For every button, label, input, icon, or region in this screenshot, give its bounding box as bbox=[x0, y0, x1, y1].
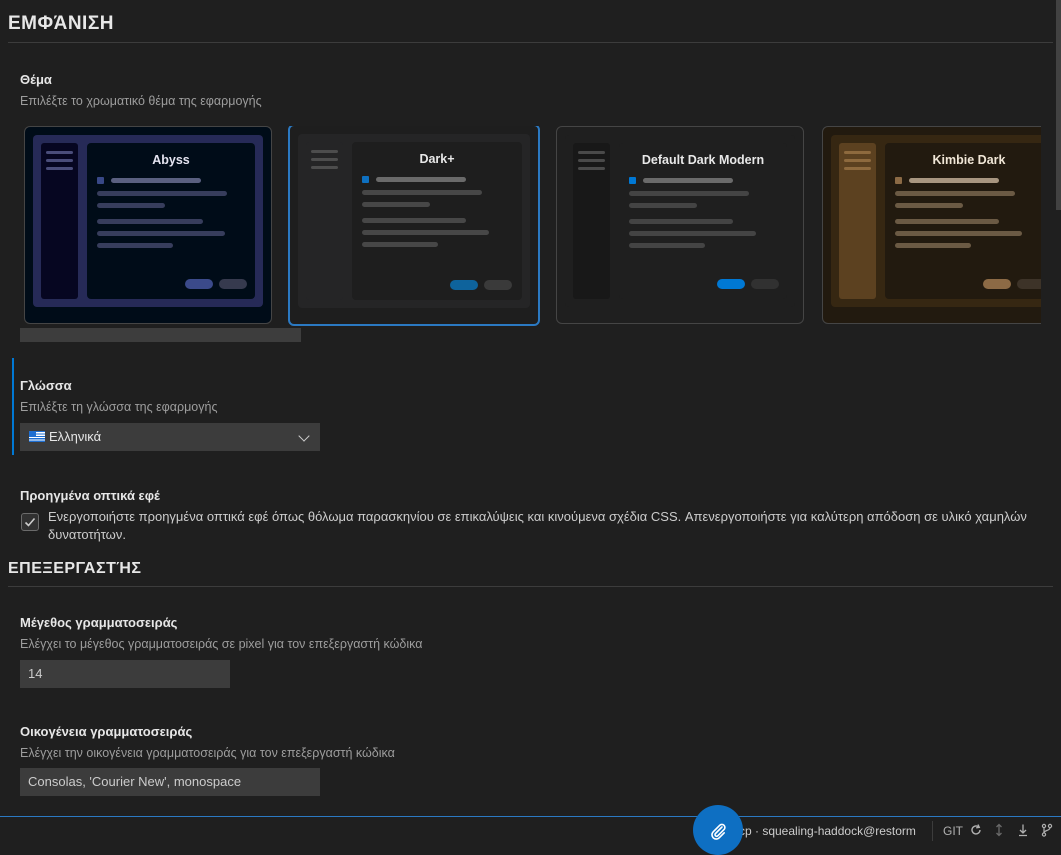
theme-preview-editor: Dark+ bbox=[352, 142, 522, 300]
theme-gallery: Abyss Dark+ Default Dark Modern Kimbie D… bbox=[24, 126, 1041, 326]
theme-card-default-dark-modern[interactable]: Default Dark Modern bbox=[556, 126, 804, 324]
theme-gallery-scrollbar[interactable] bbox=[20, 328, 301, 342]
connection-status[interactable]: mcp · squealing-haddock@restorm bbox=[729, 824, 916, 838]
language-select-value: Ελληνικά bbox=[49, 429, 102, 444]
theme-preview-editor: Kimbie Dark bbox=[885, 143, 1041, 299]
theme-name: Kimbie Dark bbox=[932, 153, 1006, 167]
theme-preview-frame: Kimbie Dark bbox=[831, 135, 1041, 307]
theme-card-kimbie-dark[interactable]: Kimbie Dark bbox=[822, 126, 1041, 324]
download-icon[interactable] bbox=[1016, 823, 1030, 837]
status-bar: mcp · squealing-haddock@restorm GIT bbox=[0, 816, 1061, 845]
section-header-editor: ΕΠΕΞΕΡΓΑΣΤΉΣ bbox=[8, 560, 142, 577]
font-size-setting-description: Ελέγχει το μέγεθος γραμματοσειράς σε pix… bbox=[20, 637, 423, 651]
theme-preview-editor: Default Dark Modern bbox=[619, 143, 787, 299]
language-setting-description: Επιλέξτε τη γλώσσα της εφαρμογής bbox=[20, 400, 218, 414]
language-setting-title: Γλώσσα bbox=[20, 378, 72, 393]
effects-checkbox[interactable] bbox=[21, 513, 39, 531]
theme-preview-frame: Dark+ bbox=[298, 134, 530, 308]
section-divider bbox=[8, 586, 1053, 587]
theme-name: Default Dark Modern bbox=[641, 153, 765, 167]
refresh-icon[interactable] bbox=[969, 823, 983, 837]
language-select[interactable]: Ελληνικά bbox=[20, 423, 320, 451]
theme-setting-description: Επιλέξτε το χρωματικό θέμα της εφαρμογής bbox=[20, 94, 262, 108]
theme-preview-sidebar bbox=[41, 143, 78, 299]
focus-indicator bbox=[12, 358, 14, 455]
theme-name: Dark+ bbox=[419, 152, 455, 166]
font-family-setting-title: Οικογένεια γραμματοσειράς bbox=[20, 724, 193, 739]
chevron-down-icon bbox=[298, 430, 310, 442]
theme-setting-title: Θέμα bbox=[20, 72, 52, 87]
arrows-updown-icon[interactable] bbox=[992, 823, 1006, 837]
font-family-setting-description: Ελέγχει την οικογένεια γραμματοσειράς γι… bbox=[20, 746, 395, 760]
section-header-appearance: ΕΜΦΆΝΙΣΗ bbox=[8, 13, 114, 34]
paperclip-icon bbox=[711, 823, 726, 840]
theme-preview-sidebar bbox=[573, 143, 610, 299]
section-divider bbox=[8, 42, 1053, 43]
theme-card-abyss[interactable]: Abyss bbox=[24, 126, 272, 324]
theme-preview-sidebar bbox=[839, 143, 876, 299]
effects-checkbox-label: Ενεργοποιήστε προηγμένα οπτικά εφέ όπως … bbox=[48, 509, 1027, 542]
settings-content[interactable]: ΕΜΦΆΝΙΣΗ Θέμα Επιλέξτε το χρωματικό θέμα… bbox=[0, 0, 1056, 815]
font-family-input[interactable]: Consolas, 'Courier New', monospace bbox=[20, 768, 320, 796]
vertical-scrollbar[interactable] bbox=[1056, 0, 1061, 210]
git-label[interactable]: GIT bbox=[943, 824, 963, 838]
status-divider bbox=[932, 821, 933, 841]
theme-preview-frame: Abyss bbox=[33, 135, 263, 307]
greek-flag-icon bbox=[29, 431, 45, 442]
theme-preview-frame: Default Dark Modern bbox=[565, 135, 795, 307]
theme-preview-sidebar bbox=[306, 142, 343, 300]
theme-preview-editor: Abyss bbox=[87, 143, 255, 299]
effects-setting-title: Προηγμένα οπτικά εφέ bbox=[20, 488, 160, 503]
attachment-fab-button[interactable] bbox=[693, 805, 743, 855]
check-icon bbox=[24, 517, 36, 527]
font-size-input[interactable]: 14 bbox=[20, 660, 230, 688]
font-size-setting-title: Μέγεθος γραμματοσειράς bbox=[20, 615, 178, 630]
branch-icon[interactable] bbox=[1040, 823, 1054, 837]
theme-card-dark-plus[interactable]: Dark+ bbox=[288, 126, 540, 326]
theme-name: Abyss bbox=[152, 153, 190, 167]
